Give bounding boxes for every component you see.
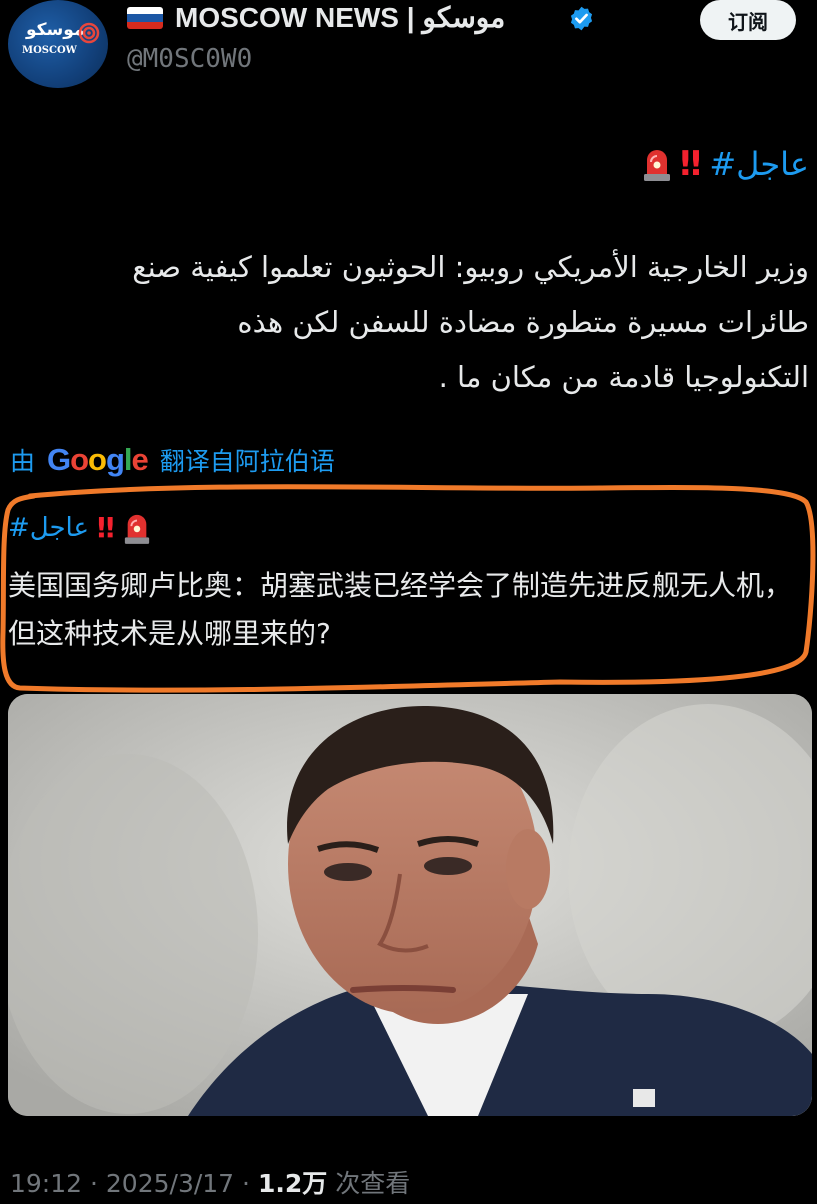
police-siren-icon (644, 150, 670, 181)
tweet-time: 19:12 (10, 1169, 83, 1198)
display-name[interactable]: MOSCOW NEWS | موسكو (175, 0, 505, 36)
avatar-logo-latin: MOSCOW (22, 45, 77, 56)
user-handle[interactable]: @M0SC0W0 (127, 42, 252, 76)
translated-hashtag-link[interactable]: #عاجل (8, 508, 89, 548)
meta-separator: · (242, 1169, 250, 1198)
avatar[interactable]: موسكو MOSCOW (8, 0, 108, 88)
subscribe-button[interactable]: 订阅 (700, 0, 796, 40)
tweet-date[interactable]: 2025/3/17 (106, 1169, 234, 1198)
meta-separator: · (90, 1169, 98, 1198)
double-exclamation-icon: ‼ (97, 511, 115, 544)
verified-badge-icon (570, 6, 593, 31)
avatar-logo-arabic: موسكو (26, 20, 85, 40)
arabic-hashtag-link[interactable]: #عاجل (709, 142, 809, 186)
police-siren-icon (124, 514, 149, 544)
tweet-media-photo[interactable] (8, 694, 812, 1116)
tweet-meta: 19:12 · 2025/3/17 · 1.2万 次查看 (10, 1164, 410, 1204)
view-count: 1.2万 (257, 1169, 328, 1198)
tweet-translated-text: 美国国务卿卢比奥：胡塞武装已经学会了制造先进反舰无人机，但这种技术是从哪里来的? (8, 569, 793, 650)
double-exclamation-icon: ‼ (680, 144, 702, 184)
arabic-alert-header: ‼ #عاجل (642, 142, 809, 186)
signal-rings-icon (78, 22, 100, 44)
tweet-arabic-text: وزير الخارجية الأمريكي روبيو: الحوثيون ت… (132, 250, 809, 394)
russia-flag-icon (127, 7, 163, 29)
view-count-label: 次查看 (335, 1169, 411, 1198)
translated-alert-header: #عاجل ‼ (8, 508, 151, 548)
portrait-image (8, 694, 812, 1116)
